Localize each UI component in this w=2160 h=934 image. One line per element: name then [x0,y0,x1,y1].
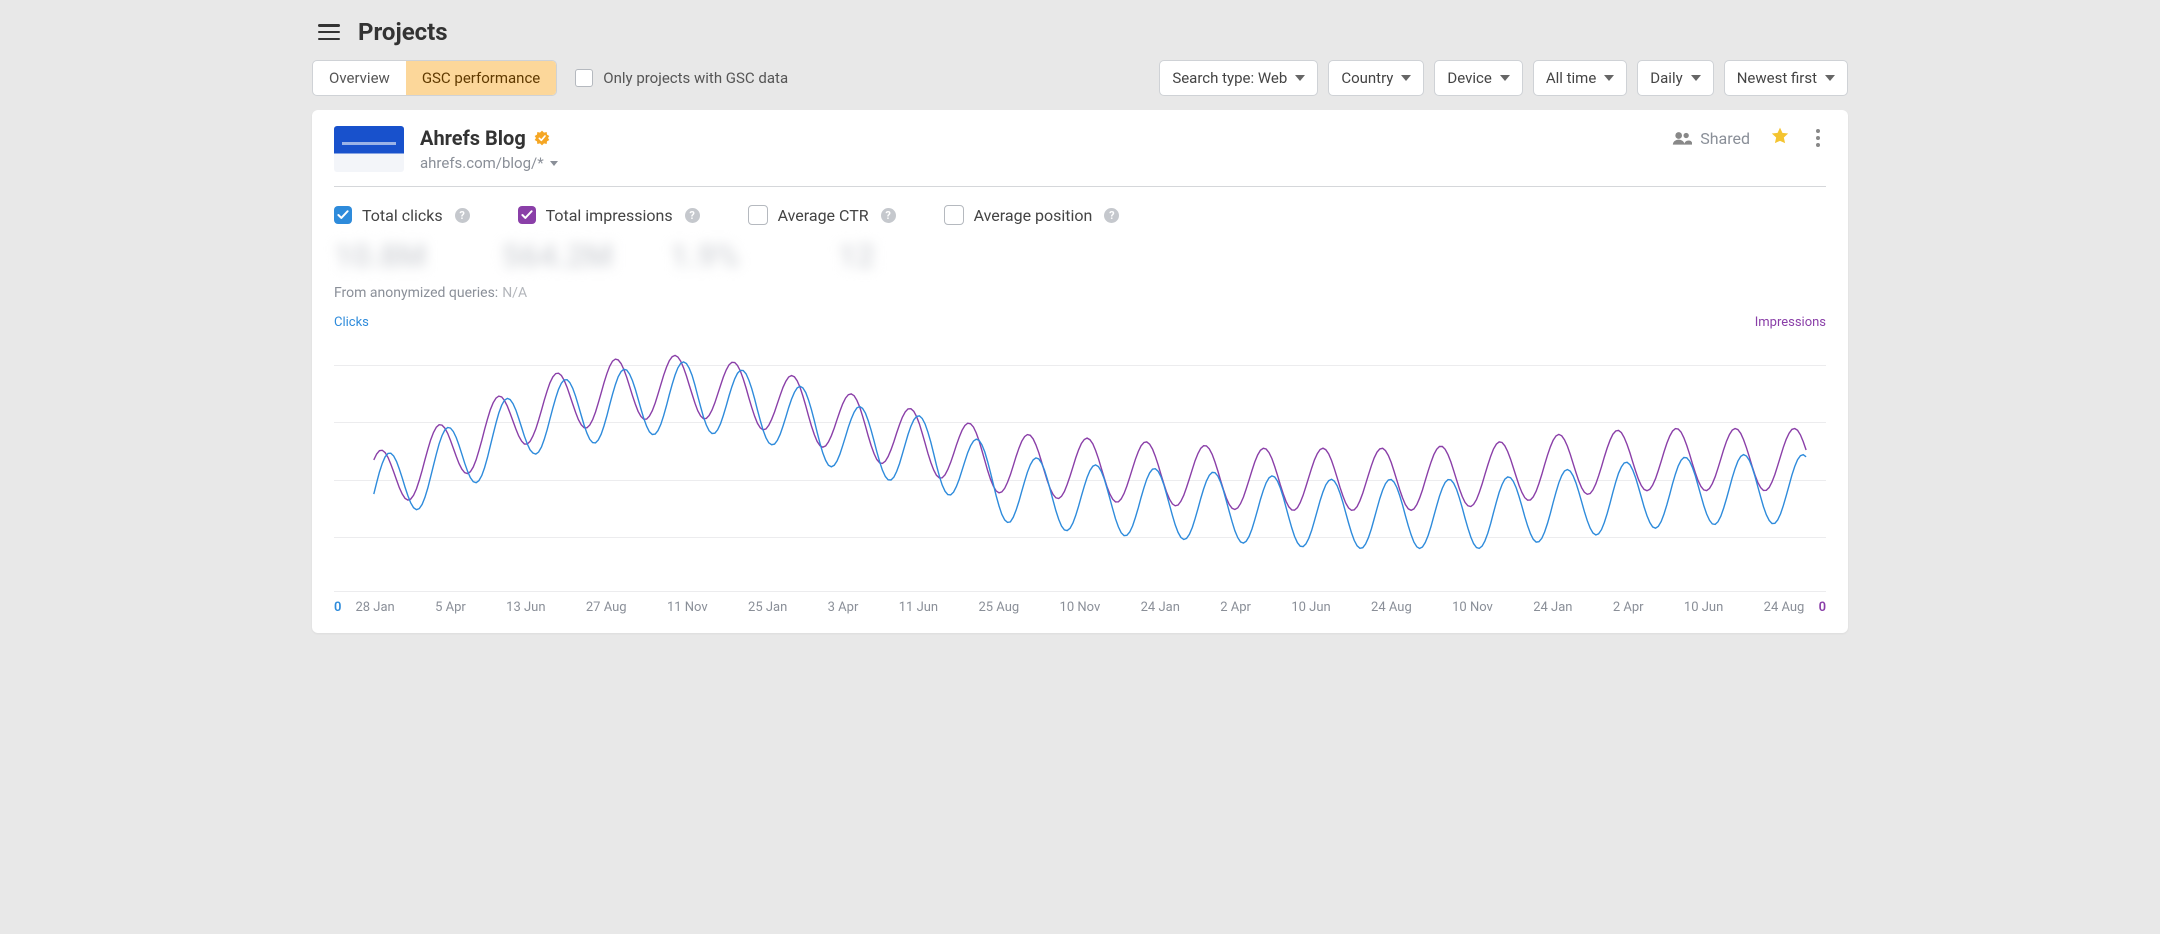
chevron-down-icon [1604,75,1614,81]
metric-value-ctr: 1.9% [670,237,790,275]
metrics-row: Total clicks?Total impressions?Average C… [334,187,1826,233]
help-icon[interactable]: ? [881,208,896,223]
metric-value-impressions: 564.2M [502,237,622,275]
metric-impressions[interactable]: Total impressions? [518,205,700,225]
only-gsc-checkbox[interactable]: Only projects with GSC data [575,69,788,87]
project-domain-select[interactable]: ahrefs.com/blog/* [420,154,558,172]
tab-group: Overview GSC performance [312,60,557,96]
shared-indicator[interactable]: Shared [1672,129,1750,148]
anonymized-note: From anonymized queries:N/A [334,285,1826,301]
chevron-down-icon [1295,75,1305,81]
x-tick: 27 Aug [586,600,627,615]
metric-position[interactable]: Average position? [944,205,1120,225]
x-tick: 25 Jan [748,600,787,615]
metric-value-position: 12 [838,237,958,275]
help-icon[interactable]: ? [1104,208,1119,223]
x-tick: 5 Apr [435,600,466,615]
metric-checkbox[interactable] [334,206,352,224]
metric-checkbox[interactable] [748,205,768,225]
checkbox-box [575,69,593,87]
y-axis-left-zero: 0 [334,600,341,615]
x-tick: 2 Apr [1220,600,1251,615]
page-title: Projects [358,18,448,46]
x-tick: 10 Jun [1291,600,1330,615]
chart-x-axis: 0 28 Jan 5 Apr 13 Jun 27 Aug 11 Nov 25 Jan 3 A… [334,600,1826,615]
metric-value-clicks: 10.8M [334,237,454,275]
x-tick: 24 Aug [1371,600,1412,615]
project-card: Ahrefs Blog ahrefs.com/blog/* Shared [312,110,1848,633]
more-menu-icon[interactable] [1810,129,1826,147]
star-icon[interactable] [1770,126,1790,150]
filter-search-type[interactable]: Search type: Web [1159,60,1318,96]
metric-ctr[interactable]: Average CTR? [748,205,896,225]
filter-country[interactable]: Country [1328,60,1424,96]
project-name[interactable]: Ahrefs Blog [420,126,526,150]
x-tick: 10 Nov [1060,600,1101,615]
x-tick: 24 Aug [1764,600,1805,615]
chart-series-label-clicks: Clicks [334,315,369,330]
x-tick: 3 Apr [828,600,859,615]
x-tick: 11 Nov [667,600,708,615]
x-tick: 13 Jun [506,600,545,615]
x-tick: 10 Nov [1452,600,1493,615]
chevron-down-icon [1691,75,1701,81]
x-tick: 11 Jun [899,600,938,615]
metric-label: Average CTR [778,206,869,225]
filter-sort[interactable]: Newest first [1724,60,1848,96]
chevron-down-icon [550,161,558,166]
tab-overview[interactable]: Overview [313,61,406,95]
metric-values-row: 10.8M 564.2M 1.9% 12 [334,237,1826,275]
chevron-down-icon [1500,75,1510,81]
metric-label: Total clicks [362,206,443,225]
metric-label: Total impressions [546,206,673,225]
metric-label: Average position [974,206,1093,225]
metric-checkbox[interactable] [944,205,964,225]
chart-svg [334,334,1826,594]
x-tick: 10 Jun [1684,600,1723,615]
verified-badge-icon [534,130,550,146]
x-tick: 24 Jan [1141,600,1180,615]
menu-icon[interactable] [318,24,340,40]
only-gsc-label: Only projects with GSC data [603,69,788,87]
help-icon[interactable]: ? [685,208,700,223]
gsc-chart[interactable] [334,334,1826,594]
help-icon[interactable]: ? [455,208,470,223]
chevron-down-icon [1401,75,1411,81]
tab-gsc-performance[interactable]: GSC performance [406,61,556,95]
y-axis-right-zero: 0 [1819,600,1826,615]
x-tick: 28 Jan [355,600,394,615]
people-icon [1672,131,1692,145]
project-domain: ahrefs.com/blog/* [420,154,544,172]
x-tick: 25 Aug [978,600,1019,615]
metric-clicks[interactable]: Total clicks? [334,205,470,225]
x-tick: 24 Jan [1533,600,1572,615]
project-thumbnail [334,126,404,172]
filter-grain[interactable]: Daily [1637,60,1713,96]
filter-time[interactable]: All time [1533,60,1627,96]
metric-checkbox[interactable] [518,206,536,224]
filter-device[interactable]: Device [1434,60,1522,96]
filters-toolbar: Overview GSC performance Only projects w… [312,60,1848,96]
x-tick: 2 Apr [1613,600,1644,615]
chart-series-label-impressions: Impressions [1755,315,1826,330]
chevron-down-icon [1825,75,1835,81]
